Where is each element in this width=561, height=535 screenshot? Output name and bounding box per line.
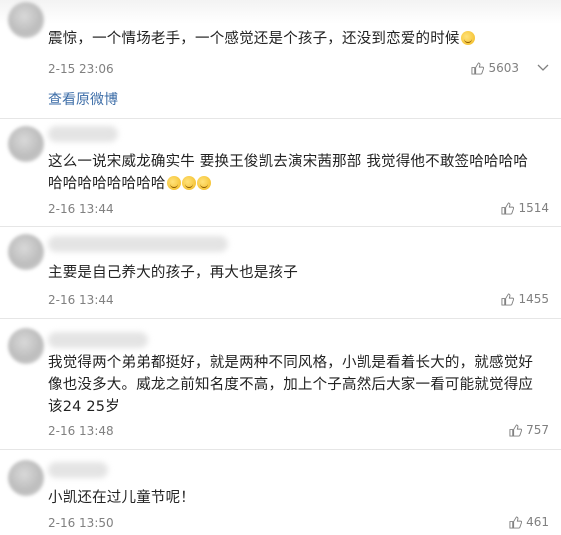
view-original-link[interactable]: 查看原微博 — [48, 89, 118, 109]
comment-text: 这么一说宋威龙确实牛 要换王俊凯去演宋茜那部 我觉得他不敢签哈哈哈哈 哈哈哈哈哈… — [48, 154, 529, 192]
username — [48, 462, 108, 478]
avatar[interactable] — [8, 460, 44, 496]
laughing-emoji-icon — [460, 31, 475, 45]
username — [48, 236, 228, 252]
divider — [0, 318, 561, 319]
comment-text: 小凯还在过儿童节呢！ — [48, 490, 195, 506]
thumbs-up-icon — [509, 423, 523, 437]
like-button[interactable]: 461 — [509, 515, 549, 529]
thumbs-up-icon — [501, 201, 515, 215]
comment-time: 2-16 13:44 — [48, 202, 114, 216]
comment-time: 2-16 13:44 — [48, 293, 114, 307]
like-count: 757 — [526, 423, 549, 437]
like-button[interactable]: 5603 — [471, 61, 549, 75]
comment-text: 震惊，一个情场老手，一个感觉还是个孩子，还没到恋爱的时候 — [48, 28, 548, 50]
like-button[interactable]: 1455 — [501, 292, 549, 306]
comment-time: 2-16 13:50 — [48, 516, 114, 530]
username — [48, 126, 118, 142]
thumbs-up-icon — [471, 61, 485, 75]
like-button[interactable]: 1514 — [501, 201, 549, 215]
like-count: 5603 — [488, 61, 519, 75]
chevron-down-icon[interactable] — [537, 64, 549, 72]
comment-text: 主要是自己养大的孩子，再大也是孩子 — [48, 265, 298, 281]
username — [48, 332, 148, 348]
laughing-emoji-icon — [196, 176, 211, 190]
like-button[interactable]: 757 — [509, 423, 549, 437]
divider — [0, 449, 561, 450]
thumbs-up-icon — [509, 515, 523, 529]
divider — [0, 118, 561, 119]
laughing-emoji-icon — [166, 176, 181, 190]
avatar[interactable] — [8, 2, 44, 38]
thumbs-up-icon — [501, 292, 515, 306]
avatar[interactable] — [8, 126, 44, 162]
like-count: 461 — [526, 515, 549, 529]
comment-time: 2-15 23:06 — [48, 62, 114, 76]
laughing-emoji-icon — [181, 176, 196, 190]
like-count: 1514 — [518, 201, 549, 215]
avatar[interactable] — [8, 328, 44, 364]
comment-text: 我觉得两个弟弟都挺好，就是两种不同风格，小凯是看着长大的，就感觉好 像也没多大。… — [48, 355, 534, 415]
comment-time: 2-16 13:48 — [48, 424, 114, 438]
like-count: 1455 — [518, 292, 549, 306]
avatar[interactable] — [8, 234, 44, 270]
divider — [0, 226, 561, 227]
blurred-header — [0, 0, 561, 24]
